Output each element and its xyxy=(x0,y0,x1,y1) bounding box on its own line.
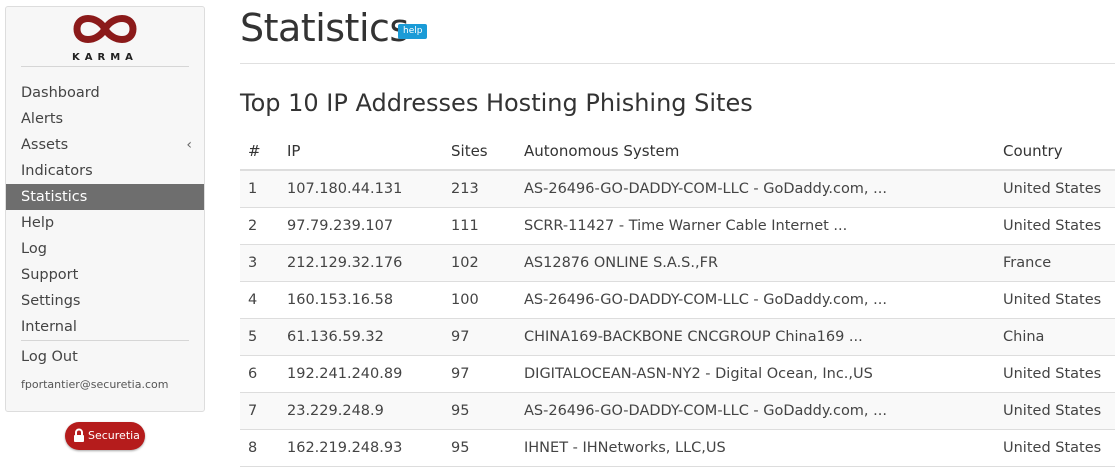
sidebar-divider xyxy=(21,66,189,67)
sidebar-item-label: Alerts xyxy=(21,111,64,127)
cell-country: France xyxy=(995,244,1115,282)
logo-text: KARMA xyxy=(72,52,138,63)
cell-country: United States xyxy=(995,281,1115,319)
chevron-left-icon: ‹ xyxy=(186,137,192,153)
cell-country: United States xyxy=(995,355,1115,393)
cell-rank: 2 xyxy=(240,207,279,245)
sidebar-nav: Dashboard Alerts Assets ‹ Indicators Stat… xyxy=(6,80,204,340)
table-row: 3 212.129.32.176 102 AS12876 ONLINE S.A.… xyxy=(240,244,1115,282)
sidebar-divider xyxy=(21,340,189,341)
cell-sites: 97 xyxy=(443,355,516,393)
cell-rank: 5 xyxy=(240,318,279,356)
cell-ip: 162.219.248.93 xyxy=(279,429,443,467)
cell-ip: 107.180.44.131 xyxy=(279,170,443,208)
cell-rank: 6 xyxy=(240,355,279,393)
cell-ip: 160.153.16.58 xyxy=(279,281,443,319)
cell-rank: 4 xyxy=(240,281,279,319)
sidebar-item-indicators[interactable]: Indicators xyxy=(6,158,204,184)
sidebar-item-label: Dashboard xyxy=(21,85,100,101)
cell-sites: 95 xyxy=(443,392,516,430)
sidebar-item-label: Internal xyxy=(21,319,77,335)
sidebar-item-label: Settings xyxy=(21,293,81,309)
sidebar: KARMA Dashboard Alerts Assets ‹ Indicator… xyxy=(5,6,205,412)
table-row: 6 192.241.240.89 97 DIGITALOCEAN-ASN-NY2… xyxy=(240,355,1115,393)
cell-ip: 23.229.248.9 xyxy=(279,392,443,430)
table-row: 7 23.229.248.9 95 AS-26496-GO-DADDY-COM-… xyxy=(240,392,1115,430)
karma-logo[interactable]: KARMA xyxy=(6,11,204,67)
sidebar-item-label: Indicators xyxy=(21,163,93,179)
cell-rank: 7 xyxy=(240,392,279,430)
sidebar-item-statistics[interactable]: Statistics xyxy=(6,184,204,210)
page-title: Statistics xyxy=(240,6,409,50)
cell-country: United States xyxy=(995,170,1115,208)
sidebar-item-label: Statistics xyxy=(21,189,88,205)
sidebar-item-label: Log xyxy=(21,241,47,257)
cell-sites: 100 xyxy=(443,281,516,319)
cell-autonomous-system: AS-26496-GO-DADDY-COM-LLC - GoDaddy.com,… xyxy=(516,392,995,430)
cell-autonomous-system: SCRR-11427 - Time Warner Cable Internet … xyxy=(516,207,995,245)
table-row: 8 162.219.248.93 95 IHNET - IHNetworks, … xyxy=(240,429,1115,467)
column-header-ip[interactable]: IP xyxy=(279,133,443,171)
table-row: 1 107.180.44.131 213 AS-26496-GO-DADDY-C… xyxy=(240,170,1115,208)
cell-country: China xyxy=(995,318,1115,356)
cell-country: United States xyxy=(995,207,1115,245)
sidebar-item-settings[interactable]: Settings xyxy=(6,288,204,314)
logout-link[interactable]: Log Out xyxy=(21,349,78,365)
cell-sites: 102 xyxy=(443,244,516,282)
sidebar-item-internal[interactable]: Internal xyxy=(6,314,204,340)
section-title: Top 10 IP Addresses Hosting Phishing Sit… xyxy=(240,89,753,117)
cell-country: United States xyxy=(995,429,1115,467)
column-header-sites[interactable]: Sites xyxy=(443,133,516,171)
sidebar-item-dashboard[interactable]: Dashboard xyxy=(6,80,204,106)
cell-rank: 8 xyxy=(240,429,279,467)
sidebar-item-label: Support xyxy=(21,267,79,283)
cell-ip: 97.79.239.107 xyxy=(279,207,443,245)
cell-ip: 61.136.59.32 xyxy=(279,318,443,356)
cell-autonomous-system: AS-26496-GO-DADDY-COM-LLC - GoDaddy.com,… xyxy=(516,281,995,319)
cell-autonomous-system: CHINA169-BACKBONE CNCGROUP China169 ... xyxy=(516,318,995,356)
sidebar-item-label: Assets xyxy=(21,137,69,153)
cell-autonomous-system: IHNET - IHNetworks, LLC,US xyxy=(516,429,995,467)
help-badge[interactable]: help xyxy=(398,24,428,39)
sidebar-item-alerts[interactable]: Alerts xyxy=(6,106,204,132)
cell-autonomous-system: AS12876 ONLINE S.A.S.,FR xyxy=(516,244,995,282)
cell-rank: 3 xyxy=(240,244,279,282)
cell-autonomous-system: AS-26496-GO-DADDY-COM-LLC - GoDaddy.com,… xyxy=(516,170,995,208)
cell-sites: 95 xyxy=(443,429,516,467)
securetia-badge[interactable]: Securetia xyxy=(65,422,145,450)
cell-sites: 97 xyxy=(443,318,516,356)
infinity-logo-icon xyxy=(73,15,137,43)
lock-icon xyxy=(74,428,84,442)
table-header-row: # IP Sites Autonomous System Country xyxy=(240,133,1115,171)
table-row: 2 97.79.239.107 111 SCRR-11427 - Time Wa… xyxy=(240,207,1115,245)
cell-rank: 1 xyxy=(240,170,279,208)
column-header-rank[interactable]: # xyxy=(240,133,279,171)
securetia-label: Securetia xyxy=(88,429,140,442)
cell-sites: 111 xyxy=(443,207,516,245)
column-header-autonomous-system[interactable]: Autonomous System xyxy=(516,133,995,171)
stats-table: # IP Sites Autonomous System Country 1 1… xyxy=(240,133,1115,467)
sidebar-item-help[interactable]: Help xyxy=(6,210,204,236)
user-email: fportantier@securetia.com xyxy=(21,378,169,391)
title-divider xyxy=(240,63,1115,64)
sidebar-item-label: Help xyxy=(21,215,55,231)
cell-country: United States xyxy=(995,392,1115,430)
column-header-country[interactable]: Country xyxy=(995,133,1115,171)
sidebar-item-log[interactable]: Log xyxy=(6,236,204,262)
cell-ip: 192.241.240.89 xyxy=(279,355,443,393)
table-row: 5 61.136.59.32 97 CHINA169-BACKBONE CNCG… xyxy=(240,318,1115,356)
table-row: 4 160.153.16.58 100 AS-26496-GO-DADDY-CO… xyxy=(240,281,1115,319)
sidebar-item-assets[interactable]: Assets ‹ xyxy=(6,132,204,158)
sidebar-item-support[interactable]: Support xyxy=(6,262,204,288)
cell-ip: 212.129.32.176 xyxy=(279,244,443,282)
cell-autonomous-system: DIGITALOCEAN-ASN-NY2 - Digital Ocean, In… xyxy=(516,355,995,393)
cell-sites: 213 xyxy=(443,170,516,208)
